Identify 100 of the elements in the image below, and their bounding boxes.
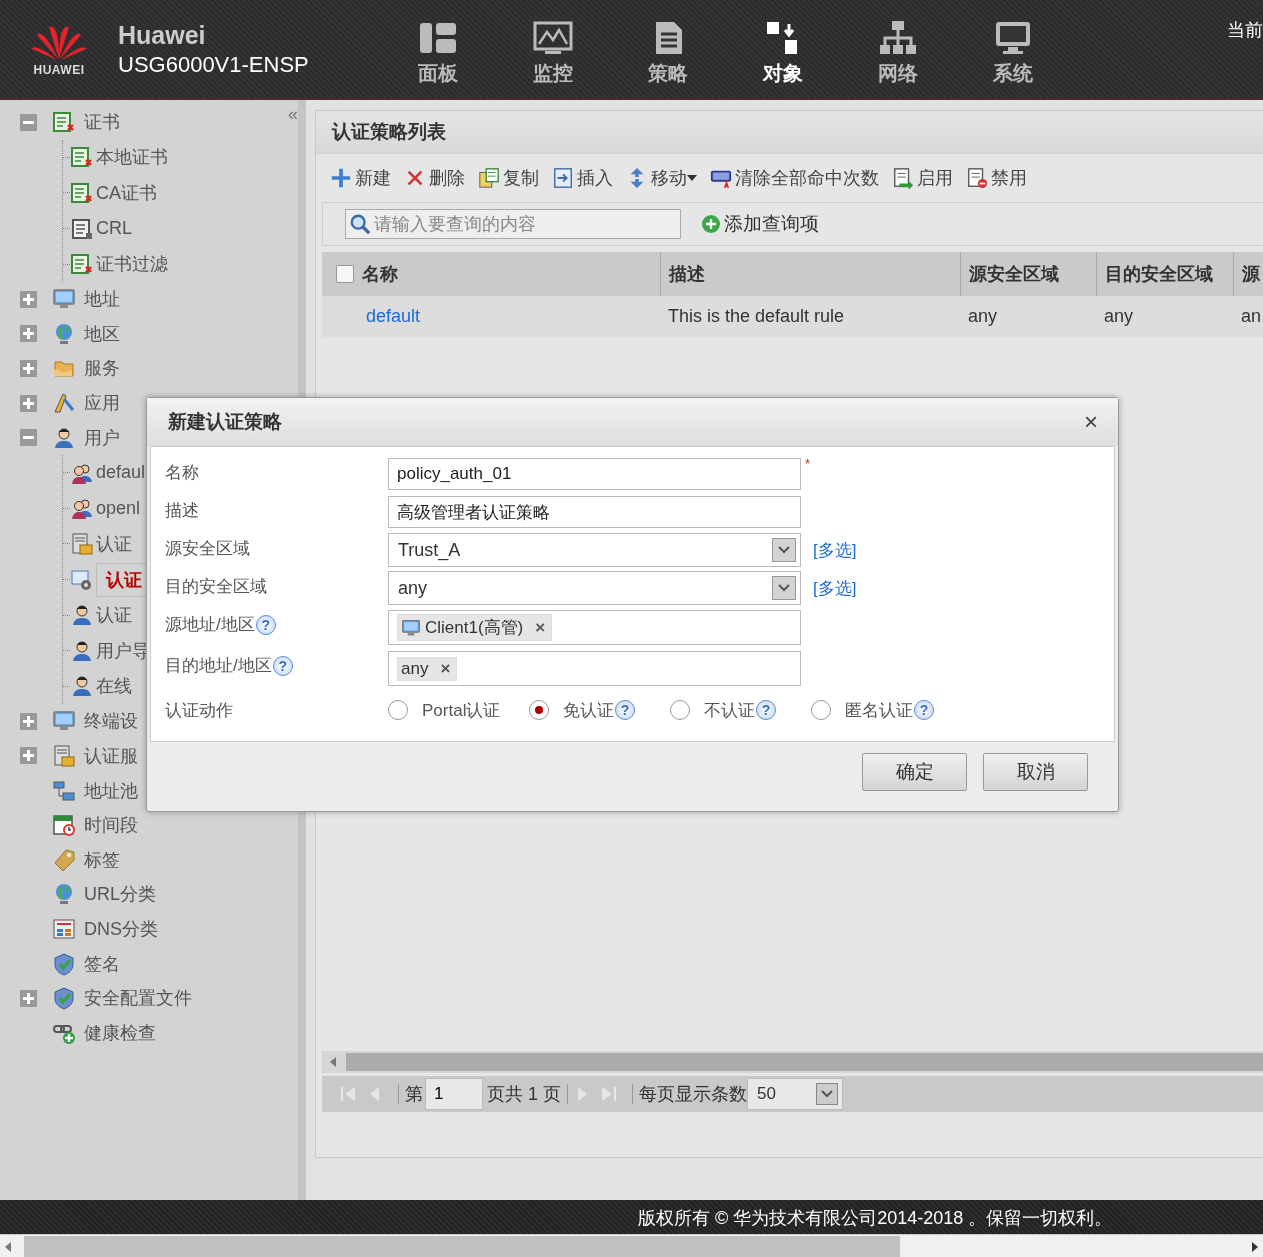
document-icon (70, 216, 94, 241)
tag-field[interactable]: Client1(高管) × (388, 610, 801, 645)
tree-item[interactable]: 认证服 (84, 744, 138, 768)
tree-item[interactable]: 终端设 (84, 709, 138, 734)
dialog-button[interactable]: 取消 (983, 752, 1088, 791)
tree-item[interactable]: 地区 (84, 321, 120, 346)
tree-item[interactable]: 证书 (84, 110, 120, 135)
nav-tab[interactable]: 监控 (495, 11, 610, 87)
radio-label[interactable]: Portal认证 (422, 698, 501, 722)
tree-toggle[interactable] (20, 394, 37, 412)
policy-link[interactable]: default (366, 306, 421, 327)
tree-item[interactable]: 服务 (84, 356, 120, 381)
toolbar-button[interactable]: 禁用 (991, 166, 1027, 190)
radio-button[interactable] (388, 700, 408, 720)
disable-icon[interactable] (966, 167, 988, 189)
plus-icon[interactable] (330, 167, 352, 189)
nav-tab[interactable]: 对象 (725, 11, 840, 87)
tree-toggle[interactable] (20, 325, 37, 343)
user-icon (70, 674, 94, 699)
tree-toggle[interactable] (20, 712, 37, 730)
dropdown-icon (772, 576, 796, 600)
certificate-icon (70, 145, 94, 170)
radio-button[interactable] (529, 700, 549, 720)
tree-item[interactable]: 认证 (96, 531, 132, 556)
tree-item[interactable]: 证书过滤 (96, 252, 168, 277)
tree-item[interactable]: 认证 (96, 603, 132, 628)
tree-item[interactable]: 签名 (84, 951, 120, 976)
tree-toggle[interactable] (20, 113, 37, 131)
nav-tab[interactable]: 系统 (955, 11, 1070, 87)
horizontal-scrollbar[interactable] (0, 1234, 1263, 1257)
left-arrow-icon[interactable] (329, 1057, 337, 1067)
tree-toggle[interactable] (20, 290, 37, 308)
close-button[interactable]: × (1084, 410, 1098, 434)
tree-item[interactable]: 标签 (84, 847, 120, 872)
tree-toggle[interactable] (20, 989, 37, 1007)
toolbar-button[interactable]: 删除 (429, 166, 465, 190)
toolbar-button[interactable]: 清除全部命中次数 (735, 166, 879, 190)
tree-item[interactable]: 时间段 (84, 813, 138, 838)
help-icon[interactable]: ? (255, 614, 276, 635)
nav-tab[interactable]: 网络 (840, 11, 955, 87)
radio-label[interactable]: 免认证 (563, 698, 614, 722)
remove-button[interactable]: × (535, 617, 546, 638)
tree-item[interactable]: 地址池 (84, 778, 138, 803)
text-field[interactable]: 高级管理者认证策略 (388, 496, 801, 528)
tag-field[interactable]: any × (388, 651, 801, 686)
tree-item[interactable]: 地址 (84, 287, 120, 312)
copy-icon[interactable] (478, 167, 500, 189)
select-field[interactable]: Trust_A (388, 533, 801, 567)
tree-toggle[interactable] (20, 359, 37, 377)
tree-item[interactable]: URL分类 (84, 882, 156, 907)
tree-item[interactable]: 用户 (84, 425, 120, 450)
add-query-link[interactable]: 添加查询项 (724, 211, 819, 237)
help-icon[interactable]: ? (615, 700, 635, 720)
help-icon[interactable]: ? (272, 655, 293, 676)
help-icon[interactable]: ? (756, 700, 776, 720)
tree-item[interactable]: CA证书 (96, 181, 157, 205)
tree-item[interactable]: CRL (96, 218, 132, 240)
toolbar-button[interactable]: 复制 (503, 166, 539, 190)
horizontal-scrollbar[interactable] (322, 1051, 1263, 1073)
radio-button[interactable] (811, 700, 831, 720)
remove-button[interactable]: × (440, 658, 451, 679)
scrollbar-thumb[interactable] (346, 1053, 1263, 1071)
help-icon[interactable]: ? (914, 700, 934, 720)
dialog-button[interactable]: 确定 (862, 752, 967, 791)
caret-icon[interactable] (687, 174, 697, 182)
toolbar-button[interactable]: 新建 (355, 166, 391, 190)
tree-toggle[interactable] (20, 747, 37, 765)
tree-item[interactable]: 本地证书 (96, 145, 168, 170)
tree-item[interactable]: DNS分类 (84, 916, 158, 941)
insert-icon[interactable] (552, 167, 574, 189)
toolbar-button[interactable]: 启用 (917, 166, 953, 190)
radio-label[interactable]: 匿名认证 (845, 698, 913, 722)
tree-item[interactable]: 健康检查 (84, 1020, 156, 1045)
tree-item[interactable]: openl (96, 497, 141, 519)
left-arrow-icon[interactable] (4, 1241, 12, 1252)
toolbar-button[interactable]: 插入 (577, 166, 613, 190)
enable-icon[interactable] (892, 167, 914, 189)
scrollbar-thumb[interactable] (24, 1236, 900, 1257)
radio-button[interactable] (670, 700, 690, 720)
page-size-select[interactable]: 50 (747, 1078, 843, 1110)
select-field[interactable]: any (388, 571, 801, 605)
table-row[interactable]: default This is the default rule any any an (322, 296, 1263, 337)
tree-item[interactable]: 安全配置文件 (84, 986, 192, 1011)
text-field[interactable]: policy_auth_01 (388, 458, 801, 490)
checkbox[interactable] (336, 265, 354, 283)
tree-toggle[interactable] (20, 429, 37, 447)
plus-circle-icon[interactable] (701, 214, 721, 234)
nav-tab[interactable]: 面板 (380, 11, 495, 87)
tree-item[interactable]: 应用 (84, 391, 120, 416)
nav-tab[interactable]: 策略 (610, 11, 725, 87)
radio-label[interactable]: 不认证 (704, 698, 755, 722)
tree-item[interactable]: 在线 (96, 674, 132, 699)
search-field[interactable]: 请输入要查询的内容 (345, 209, 681, 239)
multi-select-link[interactable]: [多选] (813, 538, 857, 562)
collapse-button[interactable]: « (288, 104, 298, 125)
right-arrow-icon[interactable] (1251, 1241, 1259, 1252)
toolbar-button[interactable]: 移动 (651, 166, 687, 190)
multi-select-link[interactable]: [多选] (813, 576, 857, 600)
page-input[interactable]: 1 (425, 1078, 483, 1110)
tree-item[interactable]: defaul (96, 462, 146, 484)
